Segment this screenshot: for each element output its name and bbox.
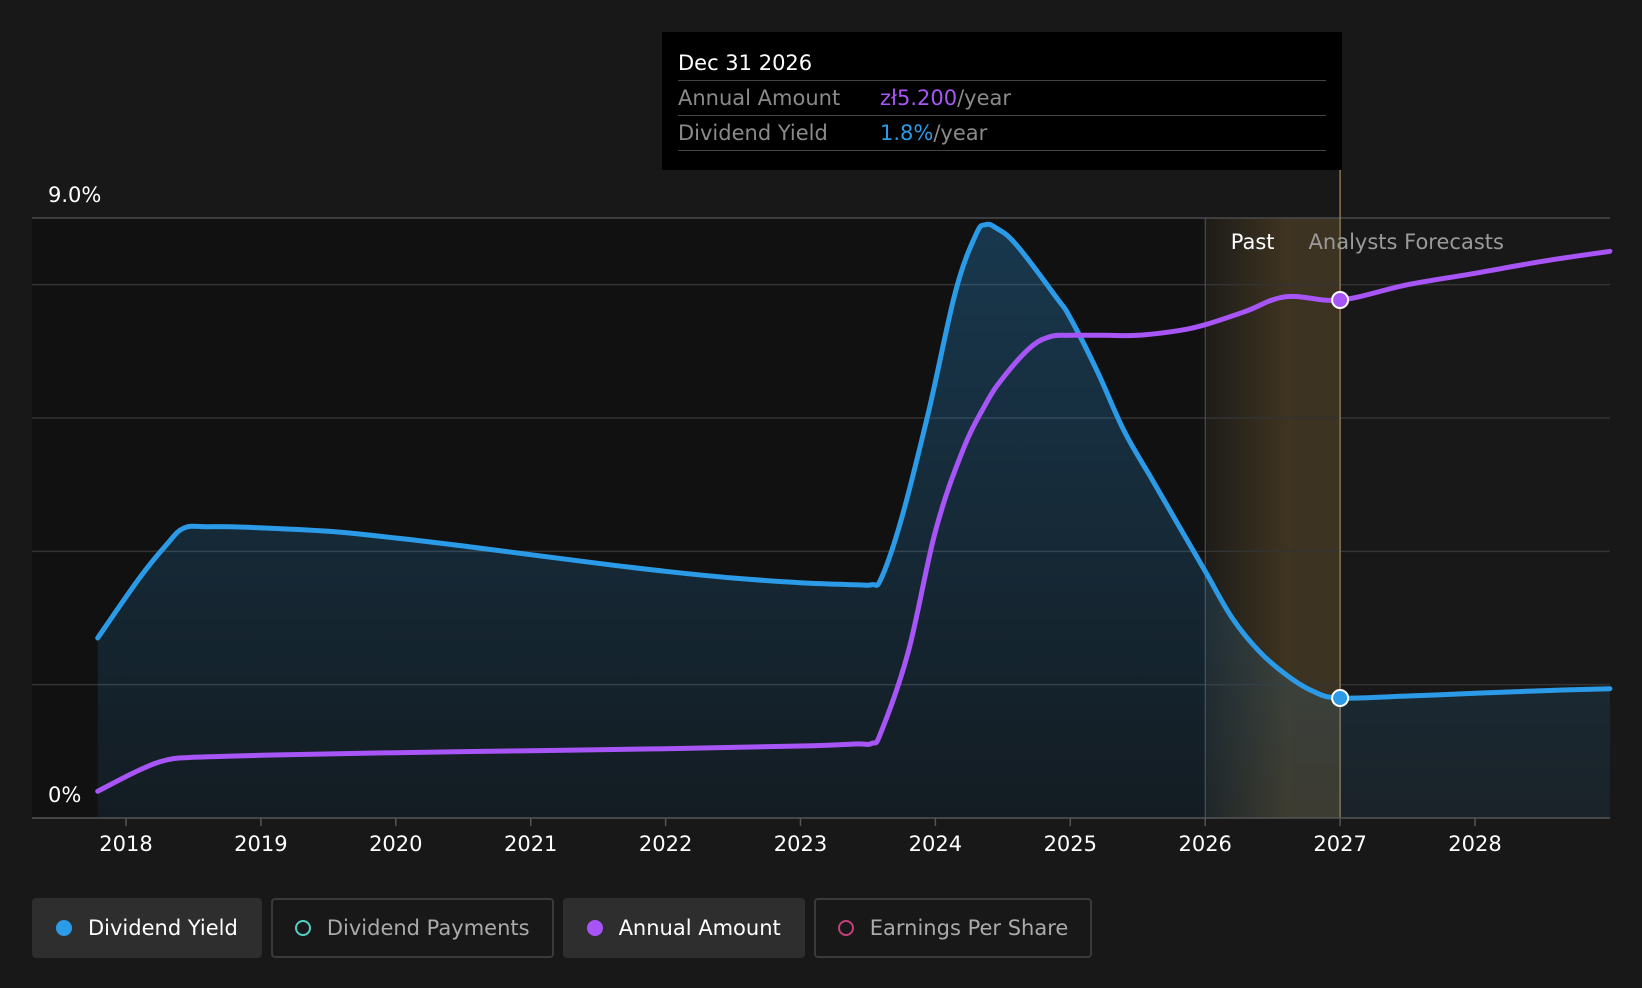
legend-dividend-yield-label: Dividend Yield — [88, 916, 238, 940]
y-tick-label: 9.0% — [48, 183, 101, 207]
x-tick-label: 2025 — [1044, 832, 1097, 856]
tooltip-date: Dec 31 2026 — [678, 46, 1326, 81]
x-tick-label: 2022 — [639, 832, 692, 856]
y-tick-label: 0% — [48, 783, 81, 807]
x-tick-label: 2023 — [774, 832, 827, 856]
dividend-chart-widget: 2018 2019 2020 2021 2022 2023 2024 2025 2026 2027… — [0, 0, 1642, 988]
tooltip-dividend-yield-label: Dividend Yield — [678, 121, 828, 145]
x-tick-label: 2020 — [369, 832, 422, 856]
legend-annual-amount-label: Annual Amount — [618, 916, 781, 940]
x-tick-label: 2027 — [1313, 832, 1366, 856]
legend-earnings-per-share-marker — [837, 920, 854, 936]
legend-dividend-payments-marker — [294, 920, 311, 936]
legend-annual-amount-marker — [586, 920, 603, 936]
x-tick-label: 2024 — [909, 832, 962, 856]
x-tick-label: 2028 — [1448, 832, 1501, 856]
chart-legend: Dividend Yield Dividend Payments Annual … — [32, 898, 1093, 958]
analysts-forecasts-label: Analysts Forecasts — [1309, 230, 1504, 254]
x-axis-ticks: 2018 2019 2020 2021 2022 2023 2024 2025 2026 2027… — [99, 818, 1502, 856]
data-point-marker — [1331, 689, 1350, 707]
x-tick-label: 2026 — [1178, 832, 1231, 856]
legend-earnings-per-share[interactable]: Earnings Per Share — [813, 898, 1093, 958]
tooltip-dividend-yield-value: 1.8% — [880, 121, 934, 145]
tooltip-row-annual-amount: Annual Amount zł5.200 /year — [678, 81, 1326, 116]
x-tick-label: 2021 — [504, 832, 557, 856]
legend-dividend-yield-marker — [56, 920, 72, 936]
past-label: Past — [1231, 230, 1275, 254]
chart-tooltip: Dec 31 2026 Annual Amount zł5.200 /year … — [662, 32, 1342, 170]
tooltip-annual-amount-value: zł5.200 — [880, 86, 958, 110]
legend-dividend-yield[interactable]: Dividend Yield — [32, 898, 262, 958]
legend-dividend-payments-label: Dividend Payments — [326, 916, 530, 940]
x-tick-label: 2019 — [234, 832, 287, 856]
legend-earnings-per-share-label: Earnings Per Share — [869, 916, 1069, 940]
tooltip-annual-amount-unit: /year — [957, 86, 1012, 110]
tooltip-dividend-yield-unit: /year — [933, 121, 988, 145]
tooltip-row-dividend-yield: Dividend Yield 1.8% /year — [678, 116, 1326, 151]
data-point-marker — [1331, 291, 1350, 309]
legend-dividend-payments[interactable]: Dividend Payments — [270, 898, 554, 958]
tooltip-annual-amount-label: Annual Amount — [678, 86, 841, 110]
legend-annual-amount[interactable]: Annual Amount — [562, 898, 805, 958]
x-tick-label: 2018 — [99, 832, 152, 856]
